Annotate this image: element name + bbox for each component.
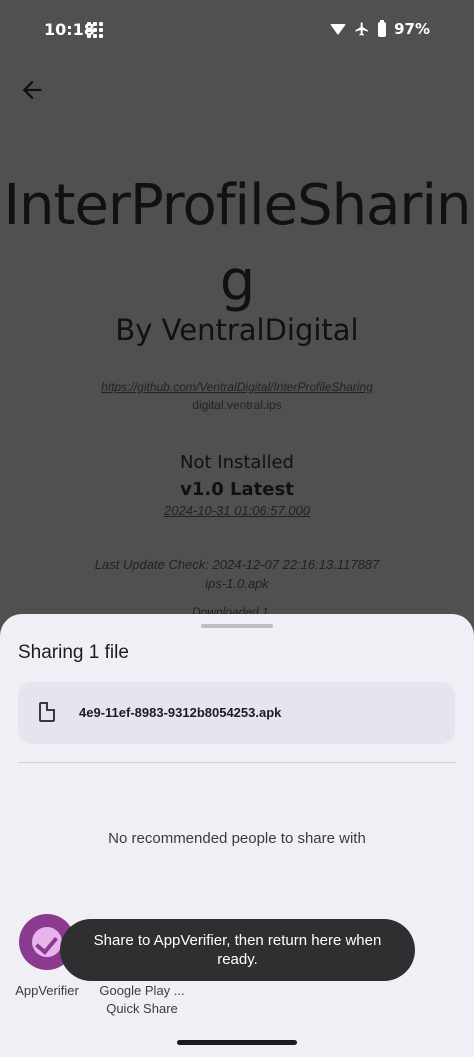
last-update-check: Last Update Check: 2024-12-07 22:16:13.1… [94, 557, 380, 572]
file-name: 4e9-11ef-8983-9312b8054253.apk [79, 705, 282, 720]
repo-link[interactable]: https://github.com/VentralDigital/InterP… [0, 380, 474, 394]
share-target-label: Google Play ... Quick Share [99, 983, 185, 1016]
file-icon [39, 702, 55, 722]
toast-message: Share to AppVerifier, then return here w… [60, 919, 415, 981]
battery-icon [378, 19, 387, 37]
apk-name: ips-1.0.apk [205, 576, 269, 591]
airplane-icon [355, 22, 369, 36]
gesture-nav-bar[interactable] [177, 1040, 297, 1045]
battery-percent: 97% [394, 20, 430, 38]
package-name: digital.ventral.ips [192, 398, 282, 412]
share-target-label: AppVerifier [15, 983, 79, 998]
version-label: v1.0 Latest [180, 479, 294, 500]
divider [18, 762, 456, 763]
no-recommendations-text: No recommended people to share with [108, 830, 366, 847]
share-sheet-title: Sharing 1 file [18, 642, 129, 663]
status-icons: 97% [330, 19, 430, 38]
release-date[interactable]: 2024-10-31 01:06:57.000 [0, 503, 474, 518]
back-arrow-icon[interactable] [18, 76, 46, 104]
app-author: By VentralDigital [115, 313, 359, 347]
notification-grid-icon [87, 22, 103, 38]
file-preview-card: 4e9-11ef-8983-9312b8054253.apk [18, 682, 455, 744]
share-sheet: Sharing 1 file 4e9-11ef-8983-9312b805425… [0, 614, 474, 1057]
install-status: Not Installed [180, 452, 294, 473]
status-bar: 10:18 97% [0, 0, 474, 60]
drag-handle[interactable] [201, 624, 273, 628]
app-title: InterProfileSharing [3, 173, 472, 314]
wifi-icon [330, 23, 347, 35]
